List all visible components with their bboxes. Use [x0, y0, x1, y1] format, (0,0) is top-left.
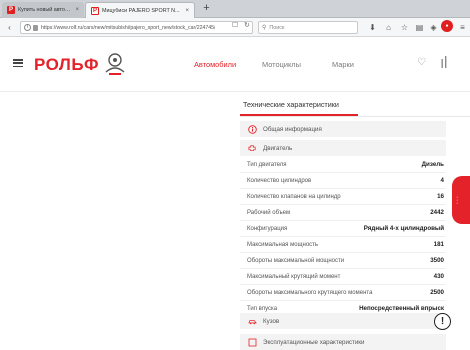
spec-label: Рабочий объем — [247, 209, 291, 216]
engine-icon — [248, 144, 257, 153]
lock-icon — [33, 24, 38, 31]
spec-row: Обороты максимального крутящего момента 2… — [240, 285, 446, 301]
spec-value: 430 — [433, 273, 444, 280]
spec-value: Дизель — [421, 161, 444, 168]
hamburger-menu-icon[interactable] — [13, 59, 23, 68]
group-label: Кузов — [263, 317, 280, 325]
spec-value: Рядный 4-х цилиндровый — [363, 225, 444, 232]
divider — [240, 116, 470, 117]
nav-cars[interactable]: Автомобили — [194, 60, 236, 69]
address-bar[interactable]: i https://www.rolf.ru/cars/new/mitsubish… — [20, 21, 253, 34]
group-general-info[interactable]: Общая информация — [240, 121, 446, 137]
new-tab-button[interactable]: + — [200, 3, 213, 15]
home-icon[interactable]: ⌂ — [383, 22, 394, 33]
spec-row: Обороты максимальной мощности 3500 — [240, 253, 446, 269]
page-action-icon[interactable]: ☐ — [232, 21, 238, 29]
group-label: Двигатель — [263, 144, 293, 152]
spec-label: Обороты максимального крутящего момента — [247, 289, 373, 296]
site-header: РОЛЬФ Автомобили Мотоциклы Марки ♡ — [0, 37, 470, 92]
compare-icon[interactable] — [441, 56, 449, 68]
spec-label: Количество клапанов на цилиндр — [247, 193, 341, 200]
spec-label: Максимальный крутящий момент — [247, 273, 341, 280]
bookmark-star-icon[interactable]: ☆ — [399, 22, 410, 33]
rolf-favicon-icon: P — [7, 6, 15, 14]
back-icon[interactable]: ‹ — [4, 22, 15, 33]
group-body[interactable]: Кузов — [240, 313, 446, 329]
floating-info-button[interactable]: ! — [434, 313, 451, 330]
group-engine[interactable]: Двигатель — [240, 140, 446, 156]
spec-value: 16 — [437, 193, 444, 200]
spec-row: Максимальная мощность 181 — [240, 237, 446, 253]
spec-row: Рабочий объем 2442 — [240, 205, 446, 221]
info-circle-icon — [248, 124, 257, 134]
search-bar[interactable]: ⚲ Поиск — [258, 21, 358, 34]
reload-icon[interactable]: ↻ — [244, 21, 250, 29]
download-icon[interactable]: ⬇ — [367, 22, 378, 33]
rolf-favicon-icon: P — [91, 6, 99, 15]
spec-label: Максимальная мощность — [247, 241, 319, 248]
nav-brands[interactable]: Марки — [332, 60, 354, 69]
nav-motorcycles[interactable]: Мотоциклы — [262, 60, 301, 69]
tab-close-icon[interactable]: × — [75, 7, 79, 13]
car-body-icon — [248, 317, 257, 326]
group-label: Эксплуатационные характеристики — [263, 338, 365, 346]
spec-row: Количество клапанов на цилиндр 16 — [240, 189, 446, 205]
spec-label: Конфигурация — [247, 225, 288, 232]
search-placeholder: Поиск — [269, 24, 285, 31]
spec-label: Тип двигателя — [247, 161, 287, 168]
spec-label: Обороты максимальной мощности — [247, 257, 345, 264]
spec-value: 181 — [433, 241, 444, 248]
browser-tab-1[interactable]: P Купить новый автомобиль 2... × — [2, 2, 84, 18]
tab-tech-specs[interactable]: Технические характеристики — [240, 92, 360, 116]
dealer-pin-icon[interactable] — [102, 52, 128, 76]
url-text: https://www.rolf.ru/cars/new/mitsubishi/… — [41, 24, 216, 31]
library-icon[interactable]: ▤ — [414, 22, 425, 33]
search-icon: ⚲ — [262, 25, 267, 31]
extension-icon[interactable]: ◈ — [428, 22, 439, 33]
tab-close-icon[interactable]: × — [185, 8, 189, 14]
spec-label: Тип впуска — [247, 305, 278, 312]
spec-value: 2442 — [430, 209, 444, 216]
specs-panel: Технические характеристики Общая информа… — [240, 92, 470, 350]
info-icon[interactable]: i — [24, 24, 31, 31]
browser-tab-strip: P Купить новый автомобиль 2... × P Мицуб… — [0, 0, 470, 18]
spec-row: Конфигурация Рядный 4-х цилиндровый — [240, 221, 446, 237]
spec-row: Количество цилиндров 4 — [240, 173, 446, 189]
gauge-icon — [248, 338, 257, 347]
spec-value: Непосредственный впрыск — [359, 305, 444, 312]
favorites-heart-icon[interactable]: ♡ — [417, 57, 426, 68]
spec-value: 3500 — [430, 257, 444, 264]
group-label: Общая информация — [263, 125, 322, 133]
spec-row: Максимальный крутящий момент 430 — [240, 269, 446, 285]
tab-title: Купить новый автомобиль 2... — [18, 7, 73, 13]
tab-title: Мицубиси PAJERO SPORT N... — [102, 7, 180, 14]
adblock-icon[interactable]: ● — [441, 20, 453, 32]
side-menu-tab[interactable]: · · · — [452, 176, 470, 224]
spec-row: Тип двигателя Дизель — [240, 157, 446, 173]
group-operational[interactable]: Эксплуатационные характеристики — [240, 334, 446, 350]
browser-toolbar: ‹ i https://www.rolf.ru/cars/new/mitsubi… — [0, 18, 470, 37]
spec-label: Количество цилиндров — [247, 177, 312, 184]
spec-value: 4 — [440, 177, 444, 184]
more-dots-icon: · · · — [456, 194, 459, 207]
menu-icon[interactable]: ≡ — [457, 22, 468, 33]
browser-tab-2[interactable]: P Мицубиси PAJERO SPORT N... × — [85, 2, 195, 18]
spec-value: 2500 — [430, 289, 444, 296]
site-logo[interactable]: РОЛЬФ — [34, 55, 99, 75]
